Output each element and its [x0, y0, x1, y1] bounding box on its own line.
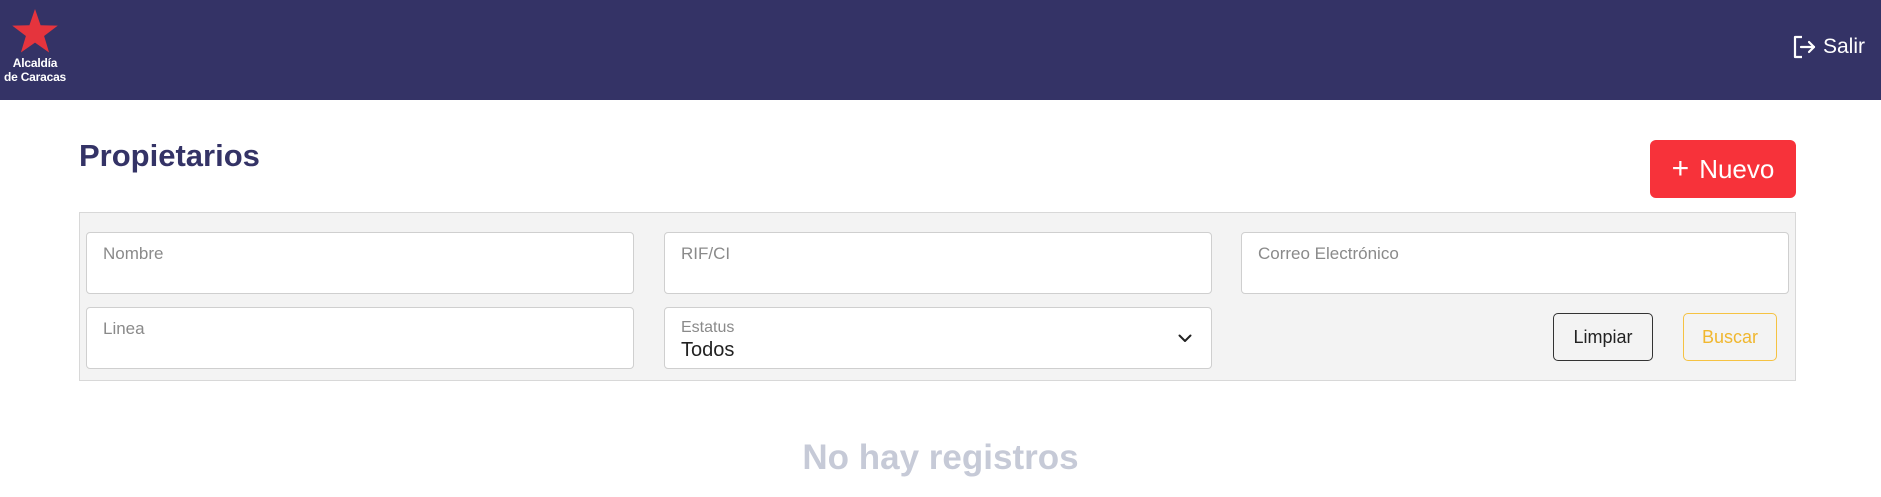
linea-input[interactable]	[87, 308, 633, 368]
logo-line-1: Alcaldía	[12, 56, 58, 70]
red-star-icon	[12, 9, 58, 53]
linea-field-wrapper	[86, 307, 634, 369]
correo-electronico-input[interactable]	[1242, 233, 1788, 293]
rif-field-wrapper	[664, 232, 1212, 294]
new-owner-button[interactable]: + Nuevo	[1650, 140, 1796, 198]
logout-icon	[1793, 35, 1816, 59]
top-navbar: Alcaldía de Caracas Salir	[0, 0, 1881, 100]
estatus-label: Estatus	[681, 319, 735, 336]
nombre-input[interactable]	[87, 233, 633, 293]
rif-ci-input[interactable]	[665, 233, 1211, 293]
logo-line-2: de Caracas	[3, 70, 67, 84]
search-button[interactable]: Buscar	[1683, 313, 1777, 361]
logout-label: Salir	[1822, 35, 1865, 58]
new-button-label: Nuevo	[1699, 153, 1775, 184]
chevron-down-icon	[1178, 334, 1192, 342]
empty-results-message: No hay registros	[802, 438, 1079, 477]
logout-button[interactable]: Salir	[1791, 34, 1865, 60]
logo-text: Alcaldía de Caracas	[0, 56, 70, 84]
clear-button[interactable]: Limpiar	[1553, 313, 1653, 361]
alcaldia-logo[interactable]: Alcaldía de Caracas	[0, 8, 70, 88]
plus-icon: +	[1671, 152, 1690, 185]
nombre-field-wrapper	[86, 232, 634, 294]
filter-panel: Estatus Todos Limpiar Buscar	[79, 212, 1796, 381]
estatus-value: Todos	[681, 339, 735, 361]
page-title: Propietarios	[79, 138, 260, 173]
correo-field-wrapper	[1241, 232, 1789, 294]
estatus-select[interactable]: Estatus Todos	[664, 307, 1212, 369]
